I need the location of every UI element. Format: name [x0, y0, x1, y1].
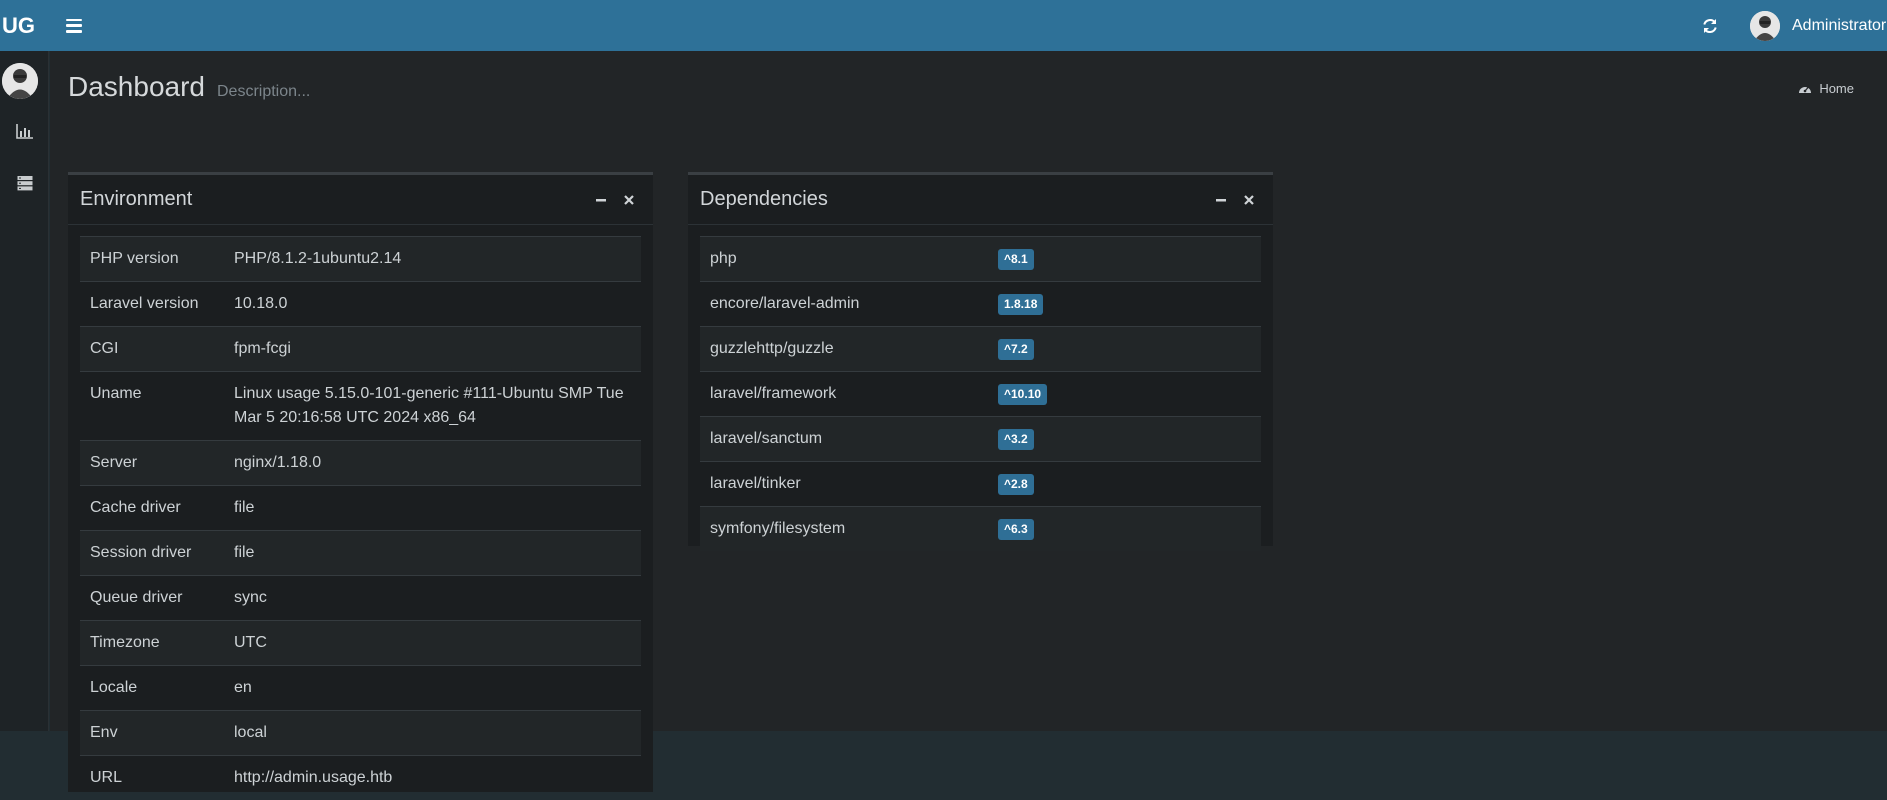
- table-row: Cache driverfile: [80, 486, 641, 531]
- dependencies-table: php ^8.1 encore/laravel-admin 1.8.18 guzzl…: [700, 236, 1261, 551]
- env-key: CGI: [80, 327, 224, 372]
- table-row: encore/laravel-admin 1.8.18: [700, 282, 1261, 327]
- dependencies-box: Dependencies php ^8.1 encore/laravel-admi…: [688, 172, 1273, 546]
- env-value: nginx/1.18.0: [224, 441, 641, 486]
- version-badge: ^8.1: [998, 249, 1034, 270]
- table-row: Envlocal: [80, 711, 641, 756]
- dashboard-icon: [1798, 83, 1812, 95]
- table-row: laravel/tinker ^2.8: [700, 462, 1261, 507]
- close-icon[interactable]: [1237, 190, 1261, 210]
- table-row: Queue driversync: [80, 576, 641, 621]
- env-value: en: [224, 666, 641, 711]
- env-key: Cache driver: [80, 486, 224, 531]
- table-row: URLhttp://admin.usage.htb: [80, 756, 641, 800]
- env-key: Session driver: [80, 531, 224, 576]
- breadcrumb[interactable]: Home: [1798, 81, 1854, 96]
- page-description: Description...: [217, 83, 310, 101]
- table-row: symfony/filesystem ^6.3: [700, 507, 1261, 552]
- env-value: Linux usage 5.15.0-101-generic #111-Ubun…: [224, 372, 641, 441]
- table-row: PHP versionPHP/8.1.2-1ubuntu2.14: [80, 237, 641, 282]
- version-badge: ^3.2: [998, 429, 1034, 450]
- sidebar: [0, 51, 49, 731]
- minus-icon[interactable]: [589, 190, 613, 210]
- version-badge: ^10.10: [998, 384, 1047, 405]
- version-badge: ^6.3: [998, 519, 1034, 540]
- table-row: guzzlehttp/guzzle ^7.2: [700, 327, 1261, 372]
- version-badge: 1.8.18: [998, 294, 1043, 315]
- table-row: laravel/framework ^10.10: [700, 372, 1261, 417]
- avatar: [1750, 11, 1780, 41]
- dep-name: guzzlehttp/guzzle: [700, 327, 988, 372]
- environment-box: Environment PHP versionPHP/8.1.2-1ubuntu…: [68, 172, 653, 792]
- server-icon[interactable]: [0, 157, 49, 209]
- table-row: UnameLinux usage 5.15.0-101-generic #111…: [80, 372, 641, 441]
- environment-header: Environment: [68, 175, 653, 225]
- env-key: Uname: [80, 372, 224, 441]
- env-value: file: [224, 531, 641, 576]
- env-key: Timezone: [80, 621, 224, 666]
- environment-title: Environment: [80, 188, 192, 211]
- main-content: Dashboard Description... Home Environmen…: [50, 51, 1887, 731]
- env-value: local: [224, 711, 641, 756]
- sidebar-avatar: [2, 63, 38, 99]
- dep-name: laravel/tinker: [700, 462, 988, 507]
- table-row: laravel/sanctum ^3.2: [700, 417, 1261, 462]
- dep-name: laravel/sanctum: [700, 417, 988, 462]
- environment-body: PHP versionPHP/8.1.2-1ubuntu2.14 Laravel…: [68, 225, 653, 800]
- table-row: TimezoneUTC: [80, 621, 641, 666]
- dependencies-header: Dependencies: [688, 175, 1273, 225]
- env-key: Laravel version: [80, 282, 224, 327]
- topbar-right: Administrator: [1700, 0, 1887, 51]
- version-badge: ^7.2: [998, 339, 1034, 360]
- box-tools: [585, 190, 641, 210]
- dependencies-body: php ^8.1 encore/laravel-admin 1.8.18 guzzl…: [688, 225, 1273, 551]
- env-value: PHP/8.1.2-1ubuntu2.14: [224, 237, 641, 282]
- user-name: Administrator: [1792, 17, 1887, 35]
- page-title: Dashboard: [68, 71, 205, 103]
- refresh-icon[interactable]: [1700, 16, 1720, 36]
- table-row: Localeen: [80, 666, 641, 711]
- env-value: UTC: [224, 621, 641, 666]
- close-icon[interactable]: [617, 190, 641, 210]
- user-menu[interactable]: Administrator: [1750, 11, 1887, 41]
- top-navbar: UG Administrator: [0, 0, 1887, 51]
- box-tools: [1205, 190, 1261, 210]
- env-key: Queue driver: [80, 576, 224, 621]
- dep-name: symfony/filesystem: [700, 507, 988, 552]
- env-key: URL: [80, 756, 224, 800]
- minus-icon[interactable]: [1209, 190, 1233, 210]
- dep-name: php: [700, 237, 988, 282]
- env-value: 10.18.0: [224, 282, 641, 327]
- env-value: sync: [224, 576, 641, 621]
- env-value: http://admin.usage.htb: [224, 756, 641, 800]
- logo[interactable]: UG: [0, 0, 46, 51]
- env-value: file: [224, 486, 641, 531]
- env-value: fpm-fcgi: [224, 327, 641, 372]
- dependencies-title: Dependencies: [700, 188, 828, 211]
- table-row: Laravel version10.18.0: [80, 282, 641, 327]
- breadcrumb-home[interactable]: Home: [1819, 81, 1854, 96]
- env-key: Env: [80, 711, 224, 756]
- dep-name: encore/laravel-admin: [700, 282, 988, 327]
- table-row: CGIfpm-fcgi: [80, 327, 641, 372]
- table-row: Servernginx/1.18.0: [80, 441, 641, 486]
- env-key: Server: [80, 441, 224, 486]
- version-badge: ^2.8: [998, 474, 1034, 495]
- dep-name: laravel/framework: [700, 372, 988, 417]
- env-key: Locale: [80, 666, 224, 711]
- table-row: php ^8.1: [700, 237, 1261, 282]
- env-key: PHP version: [80, 237, 224, 282]
- page-header: Dashboard Description...: [68, 71, 310, 103]
- hamburger-icon[interactable]: [66, 19, 82, 33]
- environment-table: PHP versionPHP/8.1.2-1ubuntu2.14 Laravel…: [80, 236, 641, 800]
- table-row: Session driverfile: [80, 531, 641, 576]
- bar-chart-icon[interactable]: [0, 105, 49, 157]
